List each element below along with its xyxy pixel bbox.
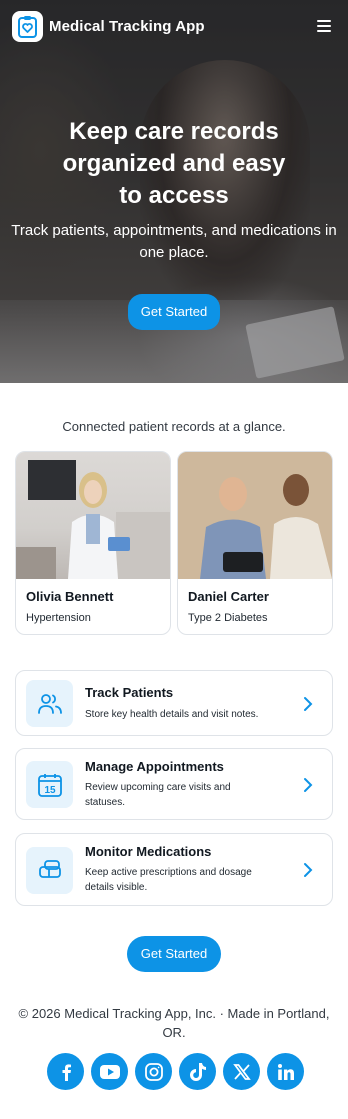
patient-name: Daniel Carter (188, 589, 269, 604)
footer-copyright: © 2026 Medical Tracking App, Inc. · Made… (18, 1006, 330, 1040)
users-icon (37, 693, 62, 714)
feature-title: Manage Appointments (85, 759, 224, 774)
feature-track-patients[interactable]: Track Patients Store key health details … (15, 670, 333, 736)
feature-icon-box (26, 680, 73, 727)
hero-content: Keep care records organized and easy to … (0, 116, 348, 330)
patient-card[interactable]: Daniel Carter Type 2 Diabetes (177, 451, 333, 635)
pill-icon (38, 859, 61, 878)
patient-photo (16, 452, 170, 579)
feature-title: Monitor Medications (85, 844, 212, 859)
feature-icon-box: 15 (26, 761, 73, 808)
patient-photo (178, 452, 332, 579)
brand-name[interactable]: Medical Tracking App (49, 18, 205, 35)
instagram-icon[interactable] (135, 1053, 172, 1090)
feature-title: Track Patients (85, 685, 174, 700)
feature-description: Keep active prescriptions and dosage det… (85, 867, 252, 893)
app-logo[interactable] (12, 10, 43, 42)
patient-condition: Type 2 Diabetes (188, 612, 268, 624)
social-links (47, 1053, 304, 1090)
patient-name: Olivia Bennett (26, 589, 114, 604)
calendar-day-number: 15 (44, 785, 56, 796)
feature-monitor-medications[interactable]: Monitor Medications Keep active prescrip… (15, 833, 333, 906)
youtube-icon[interactable] (91, 1053, 128, 1090)
hamburger-menu-icon[interactable] (312, 14, 336, 38)
x-icon[interactable] (223, 1053, 260, 1090)
feature-manage-appointments[interactable]: 15 Manage Appointments Review upcoming c… (15, 748, 333, 820)
chevron-right-icon (304, 863, 313, 877)
patient-condition: Hypertension (26, 612, 91, 624)
hero-subtitle: Track patients, appointments, and medica… (11, 222, 337, 261)
hero-title: Keep care records organized and easy to … (62, 118, 286, 209)
feature-description: Review upcoming care visits and statuses… (85, 782, 231, 808)
clipboard-heart-icon (18, 15, 37, 38)
feature-description: Store key health details and visit notes… (85, 709, 259, 720)
facebook-icon[interactable] (47, 1053, 84, 1090)
tiktok-icon[interactable] (179, 1053, 216, 1090)
chevron-right-icon (304, 697, 313, 711)
records-caption: Connected patient records at a glance. (62, 419, 286, 434)
get-started-button-secondary[interactable]: Get Started (127, 936, 221, 972)
hero-section: Medical Tracking App Keep care records o… (0, 0, 348, 383)
feature-icon-box (26, 847, 73, 894)
chevron-right-icon (304, 778, 313, 792)
get-started-button[interactable]: Get Started (127, 294, 221, 330)
linkedin-icon[interactable] (267, 1053, 304, 1090)
patient-card[interactable]: Olivia Bennett Hypertension (15, 451, 171, 635)
top-nav: Medical Tracking App (0, 0, 348, 52)
